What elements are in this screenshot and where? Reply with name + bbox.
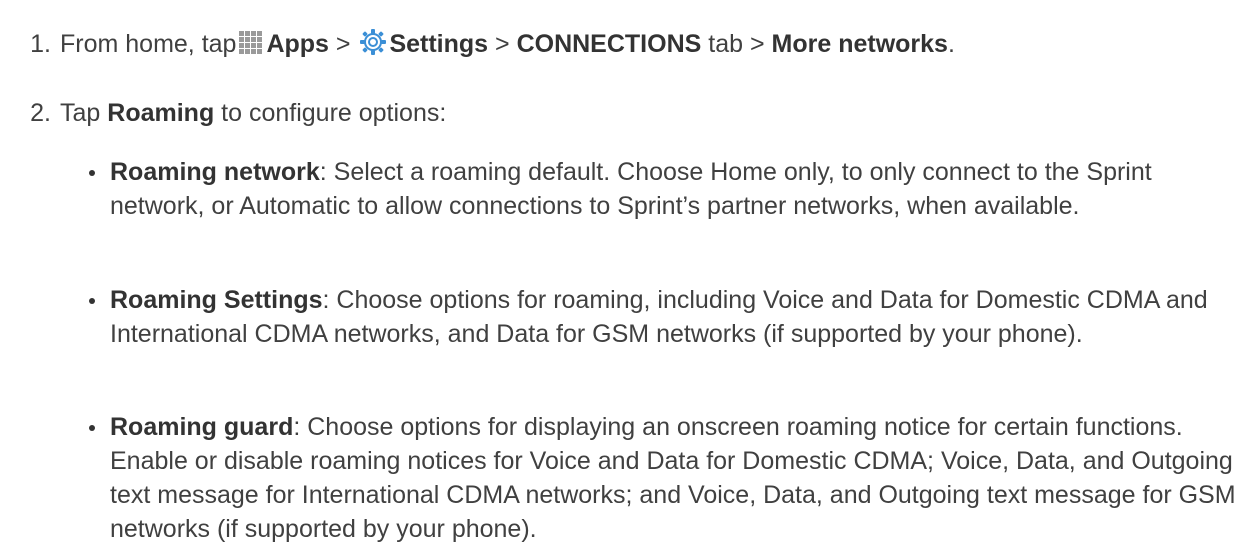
bullet-term: Roaming Settings	[110, 286, 323, 314]
step-1-intro: From home, tap	[60, 30, 237, 58]
bullet-roaming-guard: Roaming guard: Choose options for displa…	[88, 410, 1250, 546]
step-1: 1. From home, tap Apps > Settings > CONN…	[0, 27, 1250, 65]
apps-label: Apps	[266, 30, 329, 58]
step-2-text: Tap Roaming to configure options:	[60, 96, 1250, 130]
tab-suffix: tab >	[701, 30, 772, 58]
bullet-term: Roaming guard	[110, 413, 294, 441]
bullet-roaming-network: Roaming network: Select a roaming defaul…	[88, 155, 1250, 223]
bullet-text: Roaming network: Select a roaming defaul…	[110, 155, 1250, 223]
bullet-icon	[88, 410, 110, 546]
more-networks-label: More networks	[771, 30, 948, 58]
bullet-text: Roaming Settings: Choose options for roa…	[110, 283, 1250, 351]
settings-gear-icon	[359, 28, 387, 65]
apps-grid-icon	[238, 30, 264, 65]
bullet-icon	[88, 283, 110, 351]
settings-label: Settings	[389, 30, 489, 58]
bullet-text: Roaming guard: Choose options for displa…	[110, 410, 1250, 546]
separator: >	[488, 30, 517, 58]
connections-tab-label: CONNECTIONS	[516, 30, 702, 58]
roaming-label: Roaming	[107, 99, 215, 127]
separator: >	[328, 30, 358, 58]
step-2-rest: to configure options:	[214, 99, 447, 127]
step-2-intro: Tap	[60, 99, 108, 127]
step-number: 1.	[30, 30, 51, 58]
bullet-roaming-settings: Roaming Settings: Choose options for roa…	[88, 283, 1250, 351]
bullet-icon	[88, 155, 110, 223]
step-1-text: From home, tap Apps > Settings > CONNECT…	[60, 27, 1250, 65]
step-1-end: .	[947, 30, 955, 58]
bullet-term: Roaming network	[110, 158, 320, 186]
step-2: 2. Tap Roaming to configure options:	[0, 96, 1250, 130]
step-number: 2.	[30, 99, 51, 127]
